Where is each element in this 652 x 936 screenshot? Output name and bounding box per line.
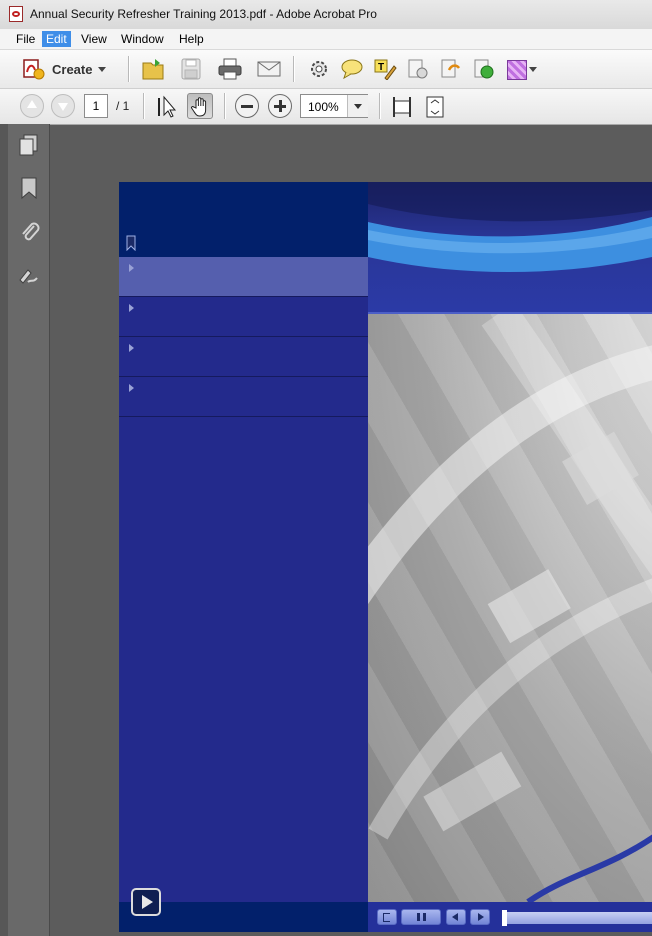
fit-page-icon[interactable] <box>424 95 446 119</box>
pause-icon-bar <box>423 913 426 921</box>
zoom-in-button[interactable] <box>268 94 292 118</box>
toolbar-divider <box>143 93 144 119</box>
fit-width-icon[interactable] <box>391 95 413 119</box>
print-icon[interactable] <box>217 57 243 81</box>
arrow-down-icon <box>58 103 68 111</box>
hand-tool-button[interactable] <box>187 93 213 119</box>
next-icon <box>478 913 484 921</box>
pdf-file-icon <box>9 6 23 22</box>
slide-area <box>368 182 652 932</box>
export-icon[interactable] <box>439 58 463 80</box>
menu-view[interactable]: View <box>77 31 111 47</box>
signatures-icon[interactable] <box>18 264 40 288</box>
attachments-icon[interactable] <box>18 220 40 244</box>
page-total: / 1 <box>116 99 130 113</box>
highlight-color-icon <box>507 60 527 80</box>
create-pdf-icon <box>23 59 45 80</box>
sidebar-header <box>119 182 368 257</box>
slide-background-image <box>368 314 652 902</box>
toolbar-divider <box>128 56 129 82</box>
zoom-value: 100% <box>308 100 339 114</box>
main-toolbar: Create T <box>0 50 652 89</box>
chevron-down-icon <box>354 104 362 109</box>
previous-icon <box>452 913 458 921</box>
pause-icon <box>417 913 420 921</box>
zoom-dropdown-button[interactable] <box>347 95 368 117</box>
pause-button[interactable] <box>401 909 441 925</box>
presentation-sidebar <box>119 182 368 932</box>
page-toolbar: 1 / 1 100% <box>0 89 652 125</box>
chevron-down-icon <box>98 67 106 72</box>
slide-progress-bar[interactable] <box>502 910 652 926</box>
title-bar: Annual Security Refresher Training 2013.… <box>0 0 652 30</box>
exit-icon <box>383 913 390 922</box>
svg-text:T: T <box>378 62 384 73</box>
bookmarks-icon[interactable] <box>18 176 40 200</box>
create-button[interactable]: Create <box>20 57 110 81</box>
menu-help[interactable]: Help <box>175 31 208 47</box>
zoom-select[interactable]: 100% <box>300 94 368 118</box>
outline-item-3[interactable] <box>119 337 368 377</box>
navigation-pane <box>0 124 50 936</box>
protect-icon[interactable] <box>406 58 430 80</box>
slide-banner <box>368 182 652 314</box>
page-number-input[interactable]: 1 <box>84 94 108 118</box>
sign-text-icon[interactable]: T <box>373 58 397 80</box>
play-button[interactable] <box>131 888 161 916</box>
share-icon[interactable] <box>472 58 496 80</box>
bookmark-icon[interactable] <box>126 235 136 251</box>
comment-icon[interactable] <box>340 58 364 80</box>
window-title: Annual Security Refresher Training 2013.… <box>30 7 377 21</box>
chevron-down-icon <box>529 67 537 72</box>
zoom-out-button[interactable] <box>235 94 259 118</box>
exit-button[interactable] <box>377 909 397 925</box>
outline-item-2[interactable] <box>119 297 368 337</box>
save-icon[interactable] <box>180 57 202 81</box>
hand-icon <box>191 97 207 117</box>
expand-arrow-icon <box>129 264 134 272</box>
arrow-up-icon <box>27 100 37 108</box>
page-thumbnails-icon[interactable] <box>18 133 40 157</box>
create-label: Create <box>52 62 93 77</box>
menu-bar: File Edit View Window Help <box>0 29 652 50</box>
menu-edit[interactable]: Edit <box>42 31 71 47</box>
expand-arrow-icon <box>129 304 134 312</box>
pdf-document-page[interactable] <box>119 182 652 932</box>
toolbar-divider <box>293 56 294 82</box>
plus-icon-vertical <box>279 100 282 112</box>
slide-controls <box>368 902 652 932</box>
toolbar-divider <box>379 93 380 119</box>
abstract-curves-graphic <box>368 314 652 902</box>
previous-slide-button[interactable] <box>446 909 466 925</box>
banner-swoosh-graphic <box>368 182 652 272</box>
open-folder-icon[interactable] <box>141 57 167 81</box>
minus-icon <box>241 105 253 108</box>
outline-item-4[interactable] <box>119 377 368 417</box>
select-arrow-icon[interactable] <box>155 95 179 119</box>
next-slide-button[interactable] <box>470 909 490 925</box>
toolbar-divider <box>224 93 225 119</box>
next-page-button[interactable] <box>51 94 75 118</box>
menu-file[interactable]: File <box>12 31 39 47</box>
menu-window[interactable]: Window <box>117 31 168 47</box>
outline-item-1[interactable] <box>119 257 368 297</box>
progress-handle[interactable] <box>502 910 507 926</box>
email-icon[interactable] <box>256 59 282 79</box>
gear-icon[interactable] <box>308 58 330 80</box>
expand-arrow-icon <box>129 384 134 392</box>
expand-arrow-icon <box>129 344 134 352</box>
color-tool-dropdown[interactable] <box>505 60 543 80</box>
previous-page-button[interactable] <box>20 94 44 118</box>
